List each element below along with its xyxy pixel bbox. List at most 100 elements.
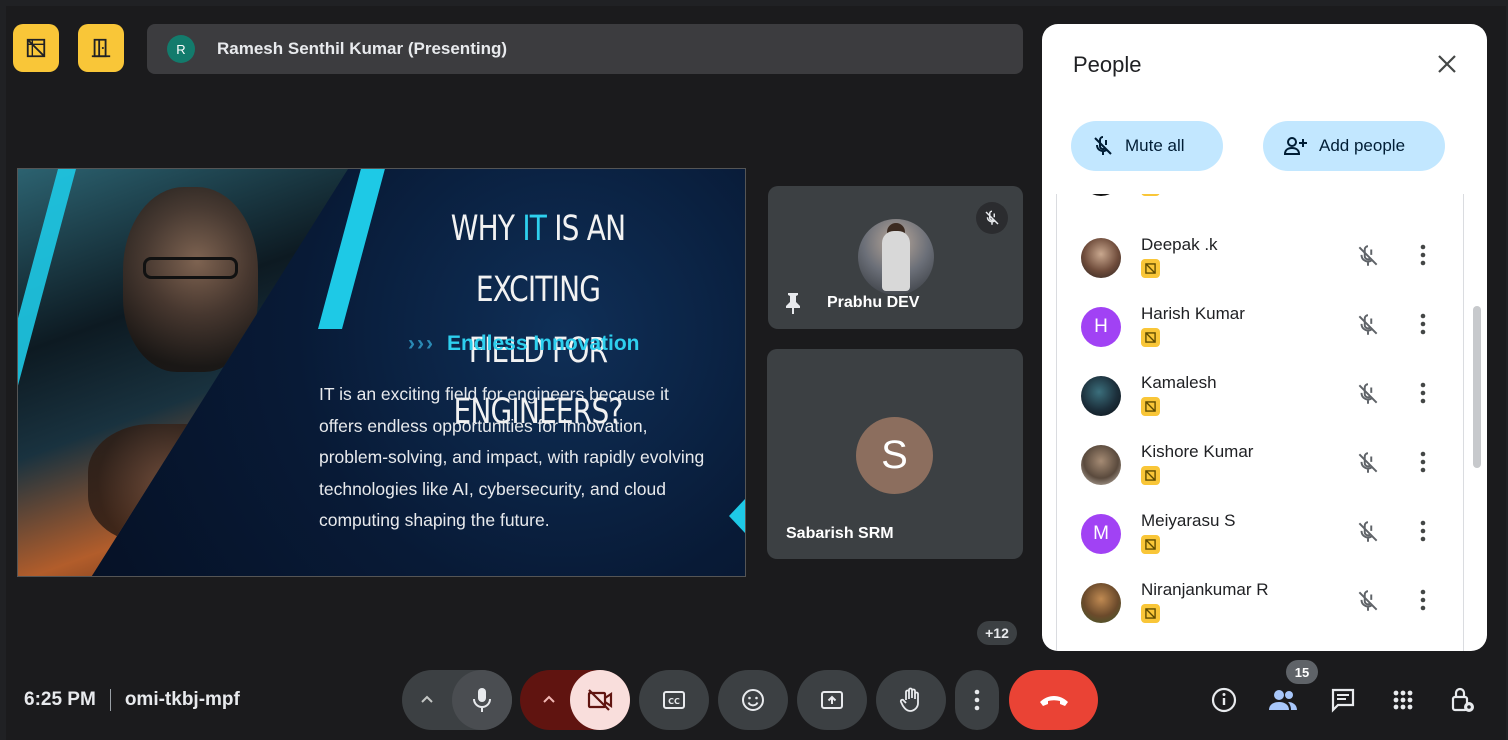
mic-off-icon[interactable] [1355, 381, 1381, 412]
present-button[interactable] [797, 670, 867, 730]
participant-count-badge: 15 [1286, 660, 1318, 684]
host-badge-icon [1141, 397, 1160, 416]
raise-hand-button[interactable] [876, 670, 946, 730]
people-icon [1269, 690, 1297, 710]
presenter-banner: R Ramesh Senthil Kumar (Presenting) [147, 24, 1023, 74]
meeting-details-button[interactable] [1209, 685, 1239, 715]
more-options-icon[interactable] [1419, 450, 1427, 479]
presenter-avatar: R [167, 35, 195, 63]
info-icon [1211, 687, 1237, 713]
hand-icon [899, 687, 919, 712]
captions-icon: CC [663, 691, 685, 709]
meeting-info: 6:25 PM omi-tkbj-mpf [24, 689, 240, 711]
mic-control-group [402, 670, 512, 730]
host-controls-lock-button[interactable] [1448, 685, 1478, 715]
mic-icon [473, 688, 491, 712]
person-name: Niranjankumar R [1141, 580, 1269, 599]
tile-name: Sabarish SRM [786, 525, 894, 542]
avatar: H [1081, 307, 1121, 347]
avatar [1081, 445, 1121, 485]
avatar: S [856, 417, 933, 494]
list-item[interactable] [1057, 194, 1463, 208]
avatar [1081, 376, 1121, 416]
more-vert-icon [974, 689, 980, 711]
apps-grid-icon [1393, 690, 1413, 710]
participant-tile-prabhu[interactable]: Prabhu DEV [768, 186, 1023, 329]
more-participants-badge[interactable]: +12 [977, 621, 1017, 645]
mic-off-icon[interactable] [1355, 450, 1381, 481]
person-name: Deepak .k [1141, 235, 1218, 254]
add-person-icon [1283, 137, 1307, 155]
host-badge-icon [1141, 259, 1160, 278]
present-screen-icon [821, 691, 843, 709]
clock-time: 6:25 PM [24, 689, 96, 711]
slide-photo [18, 169, 348, 576]
host-badge-icon [1141, 535, 1160, 554]
avatar [1081, 194, 1121, 196]
person-name: Kamalesh [1141, 373, 1217, 392]
avatar: M [1081, 514, 1121, 554]
mic-off-icon[interactable] [1355, 312, 1381, 343]
mic-off-icon[interactable] [1355, 243, 1381, 274]
end-call-icon [1039, 696, 1068, 706]
camera-button[interactable] [570, 670, 630, 730]
list-item[interactable]: Kamalesh [1057, 359, 1463, 428]
more-options-button[interactable] [955, 670, 999, 730]
person-name: Meiyarasu S [1141, 511, 1236, 530]
more-options-icon[interactable] [1419, 381, 1427, 410]
presentation-slide: WHY IT IS AN EXCITING FIELD FOR ENGINEER… [17, 168, 746, 577]
mute-all-button[interactable]: Mute all [1071, 121, 1223, 171]
list-item[interactable]: Kishore Kumar [1057, 428, 1463, 497]
reactions-button[interactable] [718, 670, 788, 730]
scrollbar[interactable] [1473, 306, 1481, 468]
muted-mic-icon [976, 202, 1008, 234]
presenter-label: Ramesh Senthil Kumar (Presenting) [217, 39, 508, 58]
list-item[interactable]: H Harish Kumar [1057, 290, 1463, 359]
slide-subtitle: ››› Endless Innovation [408, 332, 640, 355]
more-options-icon[interactable] [1419, 243, 1427, 272]
add-people-button[interactable]: Add people [1263, 121, 1445, 171]
more-options-icon[interactable] [1419, 588, 1427, 617]
leave-room-button[interactable] [78, 24, 124, 72]
people-list: Deepak .k H Harish Kumar Kamalesh Kishor… [1056, 194, 1464, 651]
activities-button[interactable] [1388, 685, 1418, 715]
person-name: Harish Kumar [1141, 304, 1245, 323]
list-item[interactable]: M Meiyarasu S [1057, 497, 1463, 566]
chevron-up-icon[interactable] [420, 692, 434, 711]
list-item[interactable]: Niranjankumar R [1057, 566, 1463, 635]
avatar [858, 219, 934, 295]
mic-off-icon [1094, 136, 1112, 155]
host-badge-icon [1141, 604, 1160, 623]
host-badge-icon [1141, 194, 1160, 196]
participant-tile-sabarish[interactable]: S Sabarish SRM [767, 349, 1023, 559]
people-button[interactable] [1268, 685, 1298, 715]
exit-door-icon [91, 38, 111, 58]
list-item[interactable] [1057, 635, 1463, 651]
chevron-up-icon[interactable] [542, 692, 556, 711]
slide-body-text: IT is an exciting field for engineers be… [319, 384, 705, 530]
host-controls-icon [26, 38, 46, 58]
svg-text:CC: CC [668, 697, 680, 706]
lock-settings-icon [1451, 687, 1474, 712]
leave-call-button[interactable] [1009, 670, 1098, 730]
people-panel: People Mute all Add people Deepak .k H H… [1042, 24, 1487, 651]
tile-name: Prabhu DEV [827, 294, 920, 311]
mic-button[interactable] [452, 670, 512, 730]
host-badge-icon [1141, 466, 1160, 485]
avatar [1081, 583, 1121, 623]
chat-button[interactable] [1328, 685, 1358, 715]
captions-button[interactable]: CC [639, 670, 709, 730]
mic-off-icon[interactable] [1355, 588, 1381, 619]
host-controls-button[interactable] [13, 24, 59, 72]
pin-icon[interactable] [784, 292, 802, 319]
host-badge-icon [1141, 328, 1160, 347]
person-name: Kishore Kumar [1141, 442, 1254, 461]
list-item[interactable]: Deepak .k [1057, 221, 1463, 290]
more-options-icon[interactable] [1419, 519, 1427, 548]
chevron-arrows-icon: ››› [408, 332, 435, 355]
more-options-icon[interactable] [1419, 312, 1427, 341]
camera-control-group [520, 670, 630, 730]
meeting-code: omi-tkbj-mpf [124, 689, 240, 711]
mic-off-icon[interactable] [1355, 519, 1381, 550]
close-icon[interactable] [1435, 52, 1459, 76]
